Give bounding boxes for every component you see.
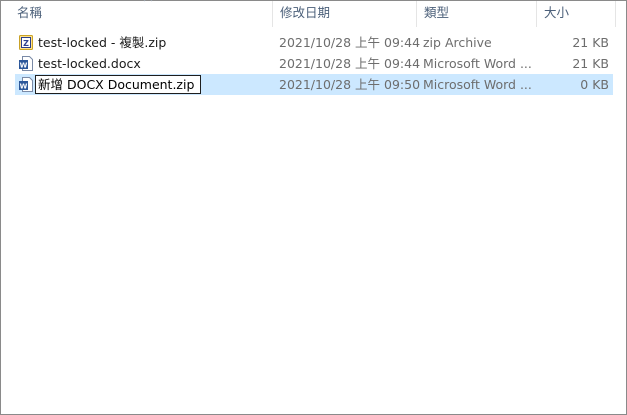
- column-header-type[interactable]: 類型: [417, 1, 537, 27]
- svg-text:Z: Z: [23, 39, 29, 48]
- column-header-date[interactable]: 修改日期: [273, 1, 417, 27]
- column-header-date-label: 修改日期: [280, 5, 331, 20]
- column-header-bar: 名稱 修改日期 類型 大小: [1, 0, 626, 27]
- file-row[interactable]: Z test-locked - 複製.zip 2021/10/28 上午 09:…: [15, 32, 613, 53]
- column-header-type-label: 類型: [424, 5, 450, 20]
- svg-text:W: W: [20, 82, 28, 90]
- file-name: test-locked.docx: [38, 56, 141, 71]
- file-row[interactable]: W test-locked.docx 2021/10/28 上午 09:44 M…: [15, 53, 613, 74]
- file-size: 0 KB: [580, 77, 609, 92]
- file-size: 21 KB: [572, 35, 609, 50]
- column-header-name[interactable]: 名稱: [9, 0, 273, 27]
- file-date: 2021/10/28 上午 09:44: [279, 35, 421, 50]
- word-document-icon: W: [19, 56, 33, 71]
- file-size: 21 KB: [572, 56, 609, 71]
- svg-text:W: W: [20, 61, 28, 69]
- word-document-icon: W: [19, 77, 33, 92]
- rename-input[interactable]: 新增 DOCX Document.zip: [35, 75, 201, 94]
- file-explorer-details-view: 名稱 修改日期 類型 大小 Z test-locked - 複製.zip 202…: [0, 0, 627, 415]
- file-type: Microsoft Word ...: [423, 77, 532, 92]
- column-header-name-label: 名稱: [17, 5, 43, 20]
- column-header-size-label: 大小: [544, 5, 570, 20]
- zip-folder-icon: Z: [19, 35, 33, 50]
- sort-ascending-icon: [143, 0, 153, 2]
- column-header-size[interactable]: 大小: [537, 1, 616, 27]
- file-row-selected[interactable]: W 新增 DOCX Document.zip 2021/10/28 上午 09:…: [15, 74, 613, 95]
- file-name: test-locked - 複製.zip: [38, 35, 167, 50]
- file-date: 2021/10/28 上午 09:50: [279, 77, 421, 92]
- file-type: Microsoft Word ...: [423, 56, 532, 71]
- file-date: 2021/10/28 上午 09:44: [279, 56, 421, 71]
- file-type: zip Archive: [423, 35, 492, 50]
